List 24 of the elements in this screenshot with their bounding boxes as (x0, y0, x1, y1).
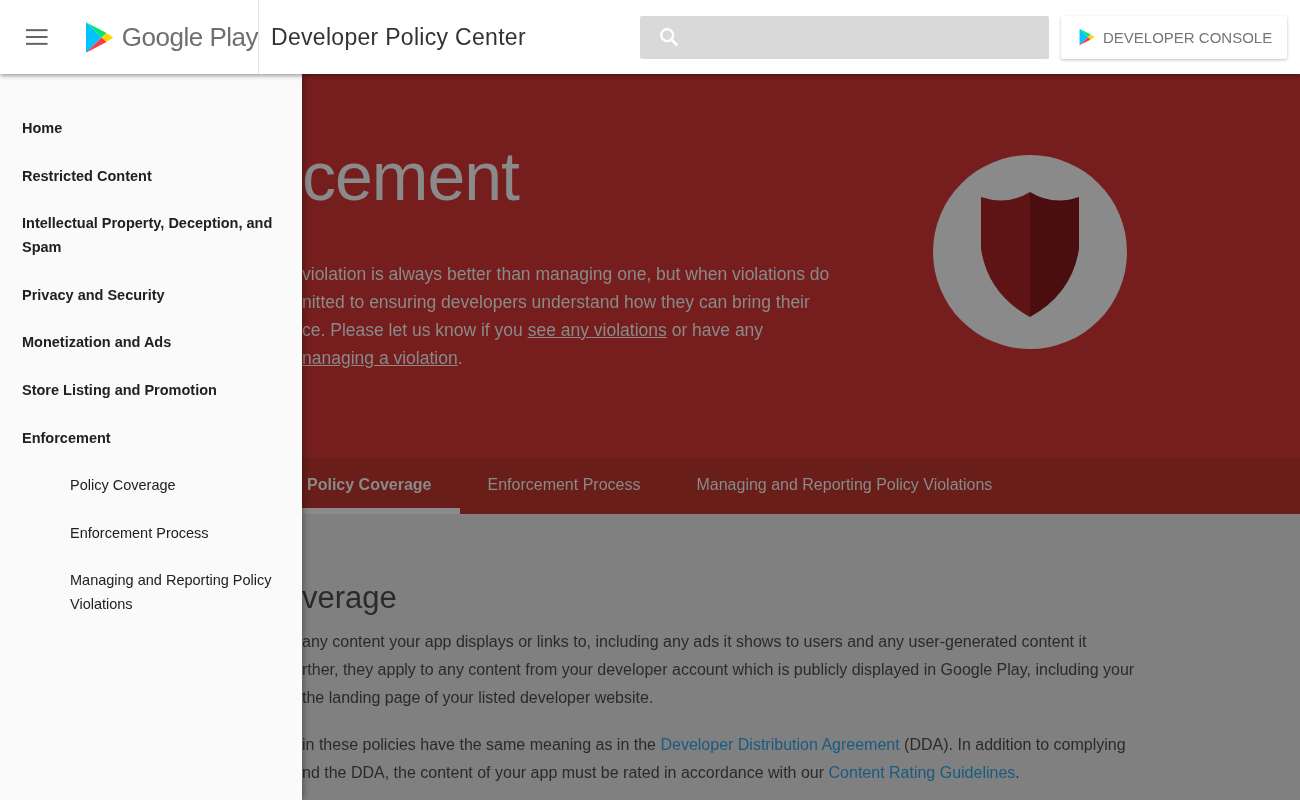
menu-icon[interactable] (26, 29, 48, 45)
drawer-subitem[interactable]: Managing and Reporting Policy Violations (0, 568, 302, 617)
drawer-subitem[interactable]: Policy Coverage (0, 473, 302, 498)
play-logo-icon (84, 20, 114, 54)
drawer-subitem[interactable]: Enforcement Process (0, 520, 302, 545)
page-title: Developer Policy Center (271, 23, 527, 51)
drawer-item[interactable]: Home (0, 116, 302, 140)
search-field[interactable] (640, 15, 1049, 59)
drawer-item[interactable]: Enforcement (0, 425, 302, 450)
drawer-item[interactable]: Privacy and Security (0, 282, 302, 307)
shield-icon (932, 154, 1128, 350)
body-paragraph: in these policies have the same meaning as in the Developer Distribution Agreement (DDA). In addition to complying nd the DDA, the content of your app must be rated in accordance with our Content Rating Guidelines. (302, 735, 1127, 783)
section-heading: verage (302, 579, 398, 617)
drawer-item[interactable]: Restricted Content (0, 163, 302, 188)
hero-title: cement (302, 142, 521, 210)
brand-name: Google Play (121, 21, 258, 53)
play-logo-icon (1079, 28, 1095, 46)
drawer-item[interactable]: Intellectual Property, Deception, and Spam (0, 211, 302, 260)
drawer-item[interactable]: Monetization and Ads (0, 330, 302, 355)
search-icon (658, 26, 680, 48)
hero-paragraph: violation is always better than managing one, but when violations do nitted to ensuring developers understand how they can bring their ce. Please let us know if you see any violations or have any nanaging a violation. (302, 263, 831, 370)
body-paragraph: any content your app displays or links to, including any ads it shows to users and any user-generated content it rther, they apply to any content from your developer account which is publicly displayed in Google Play, including your the landing page of your listed developer website. (302, 632, 1136, 708)
developer-console-button[interactable]: DEVELOPER CONSOLE (1061, 15, 1287, 59)
drawer-item[interactable]: Store Listing and Promotion (0, 377, 302, 402)
